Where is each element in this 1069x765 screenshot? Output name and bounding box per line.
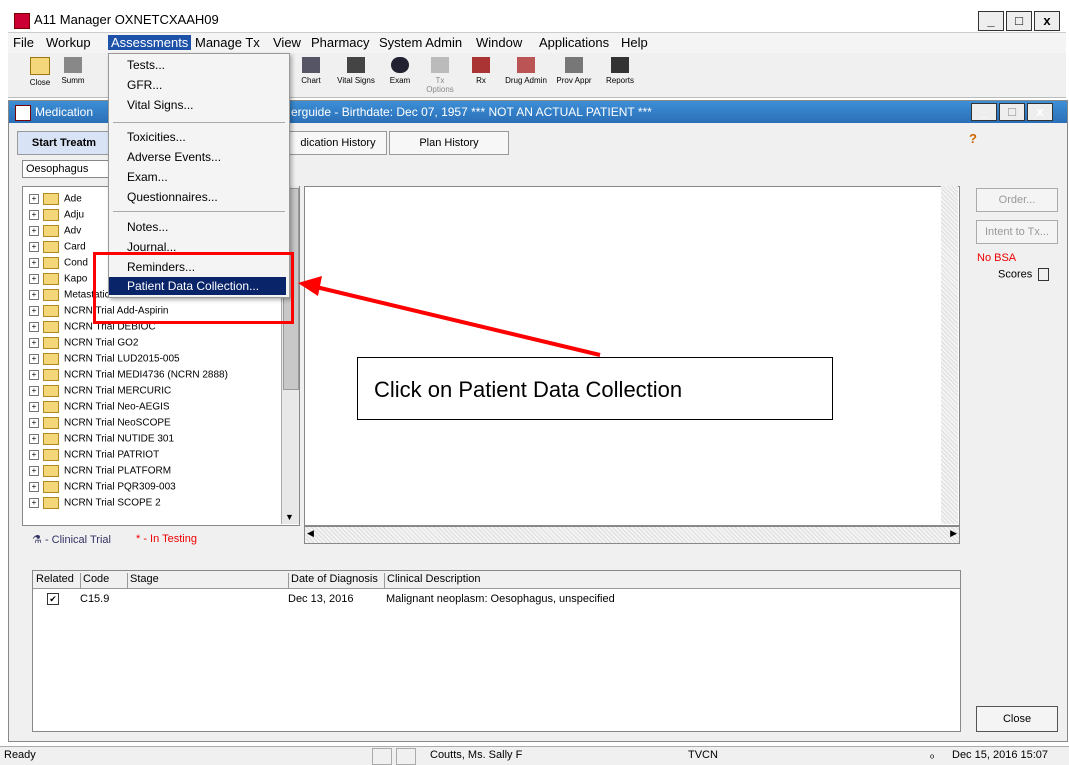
status-ready: Ready [4,749,36,761]
status-user: Coutts, Ms. Sally F [430,749,523,761]
status-datetime: Dec 15, 2016 15:07 [952,749,1049,761]
status-bar: Ready Coutts, Ms. Sally F TVCN ₒ Dec 15,… [0,746,1069,765]
status-panel [396,748,416,765]
status-indicator: ₒ [930,749,935,761]
status-panel [372,748,392,765]
status-site: TVCN [688,749,718,761]
instruction-callout: Click on Patient Data Collection [357,357,833,420]
